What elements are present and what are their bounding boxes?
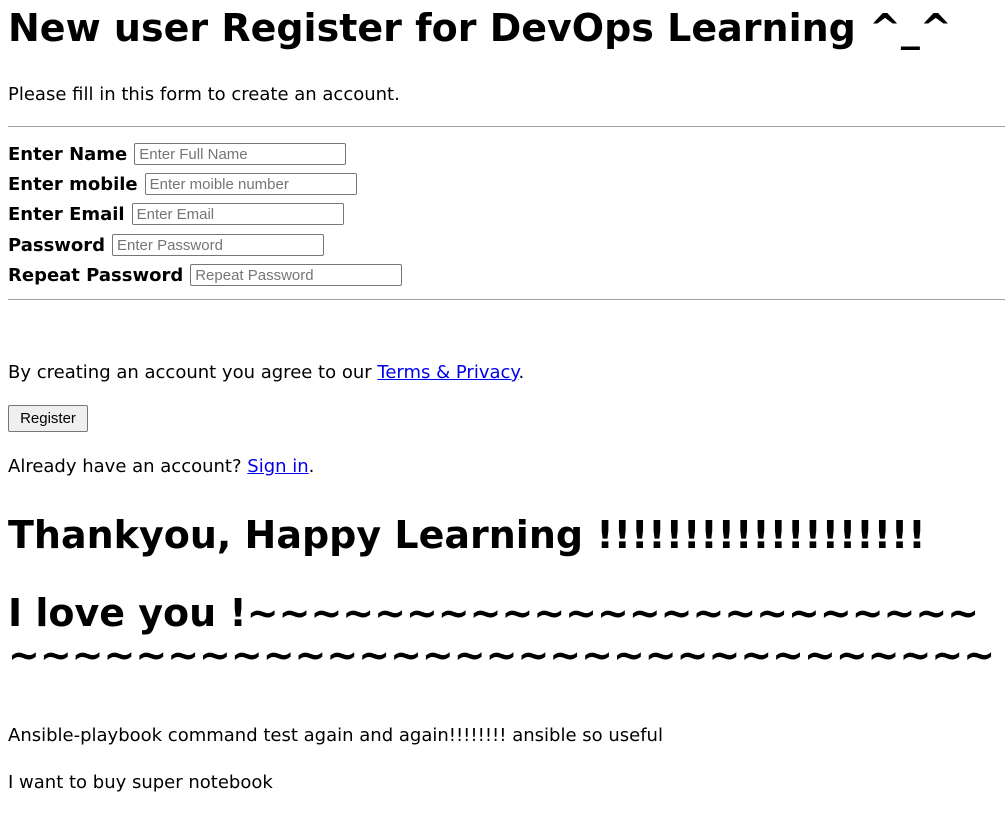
password-field-row: Password [8, 232, 325, 258]
notebook-note: I want to buy super notebook [8, 772, 273, 793]
terms-privacy-link[interactable]: Terms & Privacy [377, 362, 518, 383]
password-input[interactable] [112, 234, 325, 256]
name-label: Enter Name [8, 143, 128, 165]
ansible-note: Ansible-playbook command test again and … [8, 725, 663, 746]
signin-text: Already have an account? Sign in. [8, 455, 314, 479]
top-divider [8, 126, 1005, 127]
sign-in-link[interactable]: Sign in [247, 456, 308, 477]
love-heading: I love you !~~~~~~~~~~~~~~~~~~~~~~~~~~~~… [8, 592, 996, 688]
repeat-password-field-row: Repeat Password [8, 262, 403, 288]
mobile-label: Enter mobile [8, 173, 138, 195]
password-label: Password [8, 234, 106, 256]
mobile-input[interactable] [144, 173, 357, 195]
name-field-row: Enter Name [8, 141, 347, 167]
signin-text-end: . [308, 456, 315, 477]
thanks-heading: Thankyou, Happy Learning !!!!!!!!!!!!!!!… [8, 513, 926, 557]
agree-text-lead: By creating an account you agree to our [8, 362, 378, 383]
email-label: Enter Email [8, 203, 125, 225]
mobile-field-row: Enter mobile [8, 171, 357, 197]
email-input[interactable] [131, 203, 344, 225]
signin-text-lead: Already have an account? [8, 456, 248, 477]
intro-text: Please fill in this form to create an ac… [8, 84, 400, 105]
bottom-divider [8, 299, 1005, 300]
repeat-password-label: Repeat Password [8, 264, 184, 286]
agree-text: By creating an account you agree to our … [8, 361, 524, 385]
email-field-row: Enter Email [8, 201, 344, 227]
register-button[interactable]: Register [8, 405, 88, 432]
agree-text-end: . [518, 362, 525, 383]
name-input[interactable] [134, 143, 347, 165]
page-title: New user Register for DevOps Learning ^_… [8, 6, 952, 50]
repeat-password-input[interactable] [190, 264, 403, 286]
